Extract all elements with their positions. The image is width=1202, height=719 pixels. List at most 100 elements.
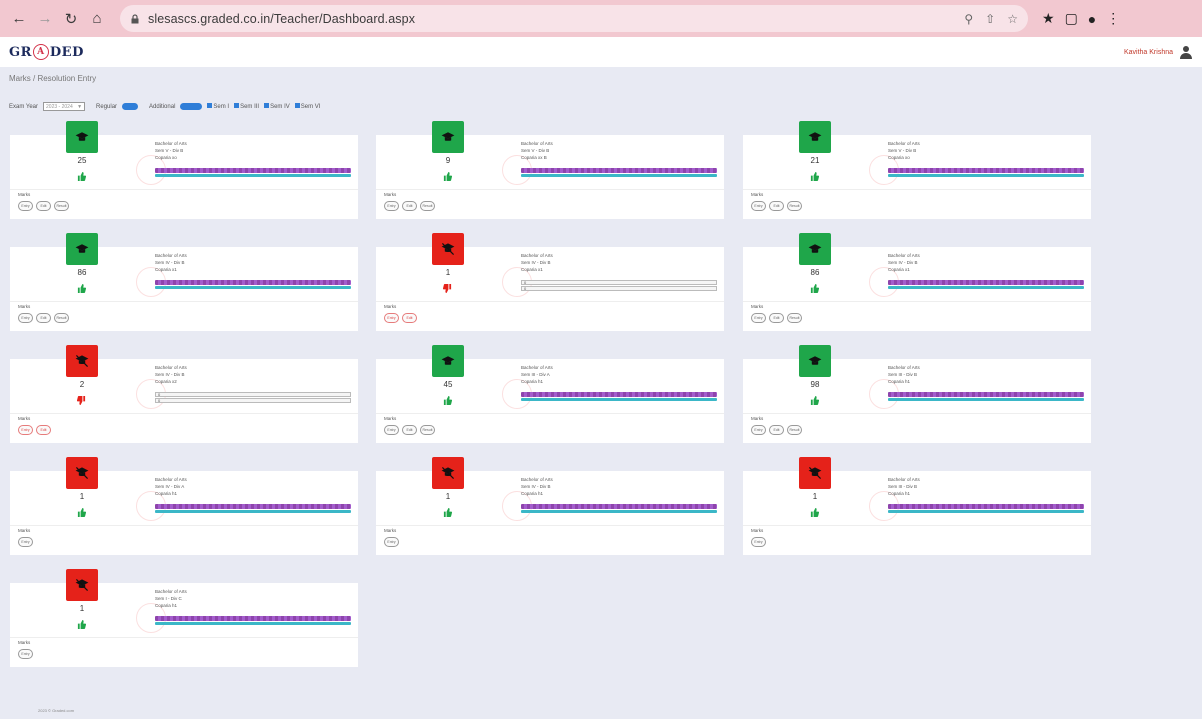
back-icon[interactable]: ← — [8, 8, 30, 30]
user-menu[interactable]: Kavitha Krishna — [1124, 45, 1193, 59]
semester-division: Sem I - Div C — [155, 596, 182, 601]
semester-division: Sem IV - Div A — [155, 484, 185, 489]
class-card: 86 Bachelor of Arts Sem IV - Div B Coparia … — [10, 233, 358, 331]
card-action-button[interactable]: Result — [54, 313, 69, 323]
card-action-button[interactable]: Edit — [36, 313, 51, 323]
card-action-button[interactable]: Entry — [18, 201, 33, 211]
class-info: Bachelor of Arts Sem V - Div B Coparia xo — [888, 140, 920, 161]
student-count: 2 — [79, 380, 85, 389]
class-info: Bachelor of Arts Sem III - Div A Coparia h… — [521, 364, 553, 385]
class-info: Bachelor of Arts Sem III - Div B Coparia h… — [888, 476, 920, 497]
progress-bar-marks — [521, 392, 717, 397]
student-count: 86 — [77, 268, 87, 277]
card-divider — [376, 525, 724, 526]
progress-bar-marks — [521, 504, 717, 509]
card-action-button[interactable]: Edit — [402, 425, 417, 435]
address-bar[interactable]: slesascs.graded.co.in/Teacher/Dashboard.… — [120, 5, 1028, 32]
card-action-button[interactable]: Entry — [384, 313, 399, 323]
card-action-button[interactable]: Entry — [18, 537, 33, 547]
card-action-button[interactable]: Result — [420, 201, 435, 211]
card-actions: Entry — [18, 649, 33, 659]
card-divider — [743, 301, 1091, 302]
card-action-button[interactable]: Entry — [751, 537, 766, 547]
class-card: 1 Bachelor of Arts Sem I - Div C Coparia h1… — [10, 569, 358, 667]
forward-icon[interactable]: → — [34, 8, 56, 30]
thumbs-up-icon — [77, 616, 87, 629]
card-actions: Entry — [751, 537, 766, 547]
sem-filter-2[interactable]: Sem IV — [264, 103, 290, 110]
card-action-button[interactable]: Edit — [402, 201, 417, 211]
student-count: 1 — [445, 268, 451, 277]
checkbox-icon — [264, 103, 270, 108]
card-action-button[interactable]: Entry — [751, 201, 766, 211]
progress-bar-resolution: 0 — [155, 398, 351, 403]
graduation-cap-icon — [799, 345, 831, 377]
zoom-icon[interactable]: ⚲ — [964, 12, 973, 26]
card-action-button[interactable]: Result — [787, 425, 802, 435]
additional-toggle[interactable] — [180, 103, 203, 110]
card-action-button[interactable]: Edit — [769, 201, 784, 211]
student-count: 9 — [445, 156, 451, 165]
marks-label: Marks — [18, 304, 31, 309]
card-action-button[interactable]: Edit — [402, 313, 417, 323]
card-action-button[interactable]: Entry — [384, 425, 399, 435]
card-action-button[interactable]: Edit — [769, 313, 784, 323]
home-icon[interactable]: ⌂ — [86, 8, 108, 30]
progress-bar-marks: 0 — [155, 392, 351, 397]
exam-year-select[interactable]: 2023 - 2024 ▼ — [43, 102, 86, 111]
card-action-button[interactable]: Entry — [18, 313, 33, 323]
program-name: Bachelor of Arts — [155, 141, 187, 146]
card-action-button[interactable]: Entry — [18, 425, 33, 435]
share-icon[interactable]: ⇧ — [985, 12, 995, 26]
menu-kebab-icon[interactable]: ⋮ — [1106, 10, 1120, 27]
card-action-button[interactable]: Entry — [384, 537, 399, 547]
card-action-button[interactable]: Entry — [751, 425, 766, 435]
progress-area — [521, 392, 717, 401]
reload-icon[interactable]: ↻ — [60, 8, 82, 30]
semester-division: Sem III - Div A — [521, 372, 550, 377]
subject-name: Coparia xx B — [521, 155, 547, 160]
class-card: 1 Bachelor of Arts Sem IV - Div B Coparia h… — [376, 457, 724, 555]
program-name: Bachelor of Arts — [521, 141, 553, 146]
thumbs-up-icon — [810, 168, 820, 181]
subject-name: Coparia x1 — [155, 267, 177, 272]
sem-filter-3[interactable]: Sem VI — [294, 103, 320, 110]
card-action-button[interactable]: Edit — [769, 425, 784, 435]
logo-emblem: A — [32, 44, 49, 60]
class-card: 2 Bachelor of Arts Sem IV - Div B Coparia x… — [10, 345, 358, 443]
sem-filter-0[interactable]: Sem I — [207, 103, 229, 110]
card-actions: Entry — [384, 537, 399, 547]
bookmark-star-icon[interactable]: ☆ — [1007, 12, 1018, 26]
progress-area — [888, 392, 1084, 401]
regular-toggle[interactable] — [122, 103, 139, 110]
progress-area — [521, 168, 717, 177]
user-icon — [1180, 46, 1192, 59]
graded-logo[interactable]: GR A DED — [9, 44, 84, 60]
card-action-button[interactable]: Result — [787, 313, 802, 323]
marks-label: Marks — [751, 528, 764, 533]
card-action-button[interactable]: Result — [420, 425, 435, 435]
logo-text-right: DED — [49, 44, 84, 60]
card-action-button[interactable]: Edit — [36, 201, 51, 211]
profile-avatar-icon[interactable]: ● — [1088, 11, 1096, 27]
sem-filter-1[interactable]: Sem III — [234, 103, 259, 110]
card-action-button[interactable]: Entry — [384, 201, 399, 211]
card-action-button[interactable]: Edit — [36, 425, 51, 435]
extensions-icon[interactable]: ★ — [1042, 10, 1055, 27]
card-actions: Entry — [18, 537, 33, 547]
progress-bar-marks — [888, 504, 1084, 509]
card-action-button[interactable]: Result — [54, 201, 69, 211]
graduation-cap-icon — [432, 121, 464, 153]
card-action-button[interactable]: Entry — [18, 649, 33, 659]
sidepanel-icon[interactable]: ▢ — [1065, 10, 1078, 27]
card-action-button[interactable]: Entry — [751, 313, 766, 323]
subject-name: Coparia x1 — [521, 267, 543, 272]
marks-label: Marks — [751, 304, 764, 309]
subject-name: Coparia h1 — [888, 379, 911, 384]
chevron-down-icon: ▼ — [77, 103, 83, 110]
progress-bar-resolution — [888, 286, 1084, 289]
card-actions: Entry Edit Result — [18, 201, 69, 211]
progress-bar-resolution — [888, 510, 1084, 513]
graduation-cap-disabled-icon — [432, 233, 464, 265]
card-action-button[interactable]: Result — [787, 201, 802, 211]
